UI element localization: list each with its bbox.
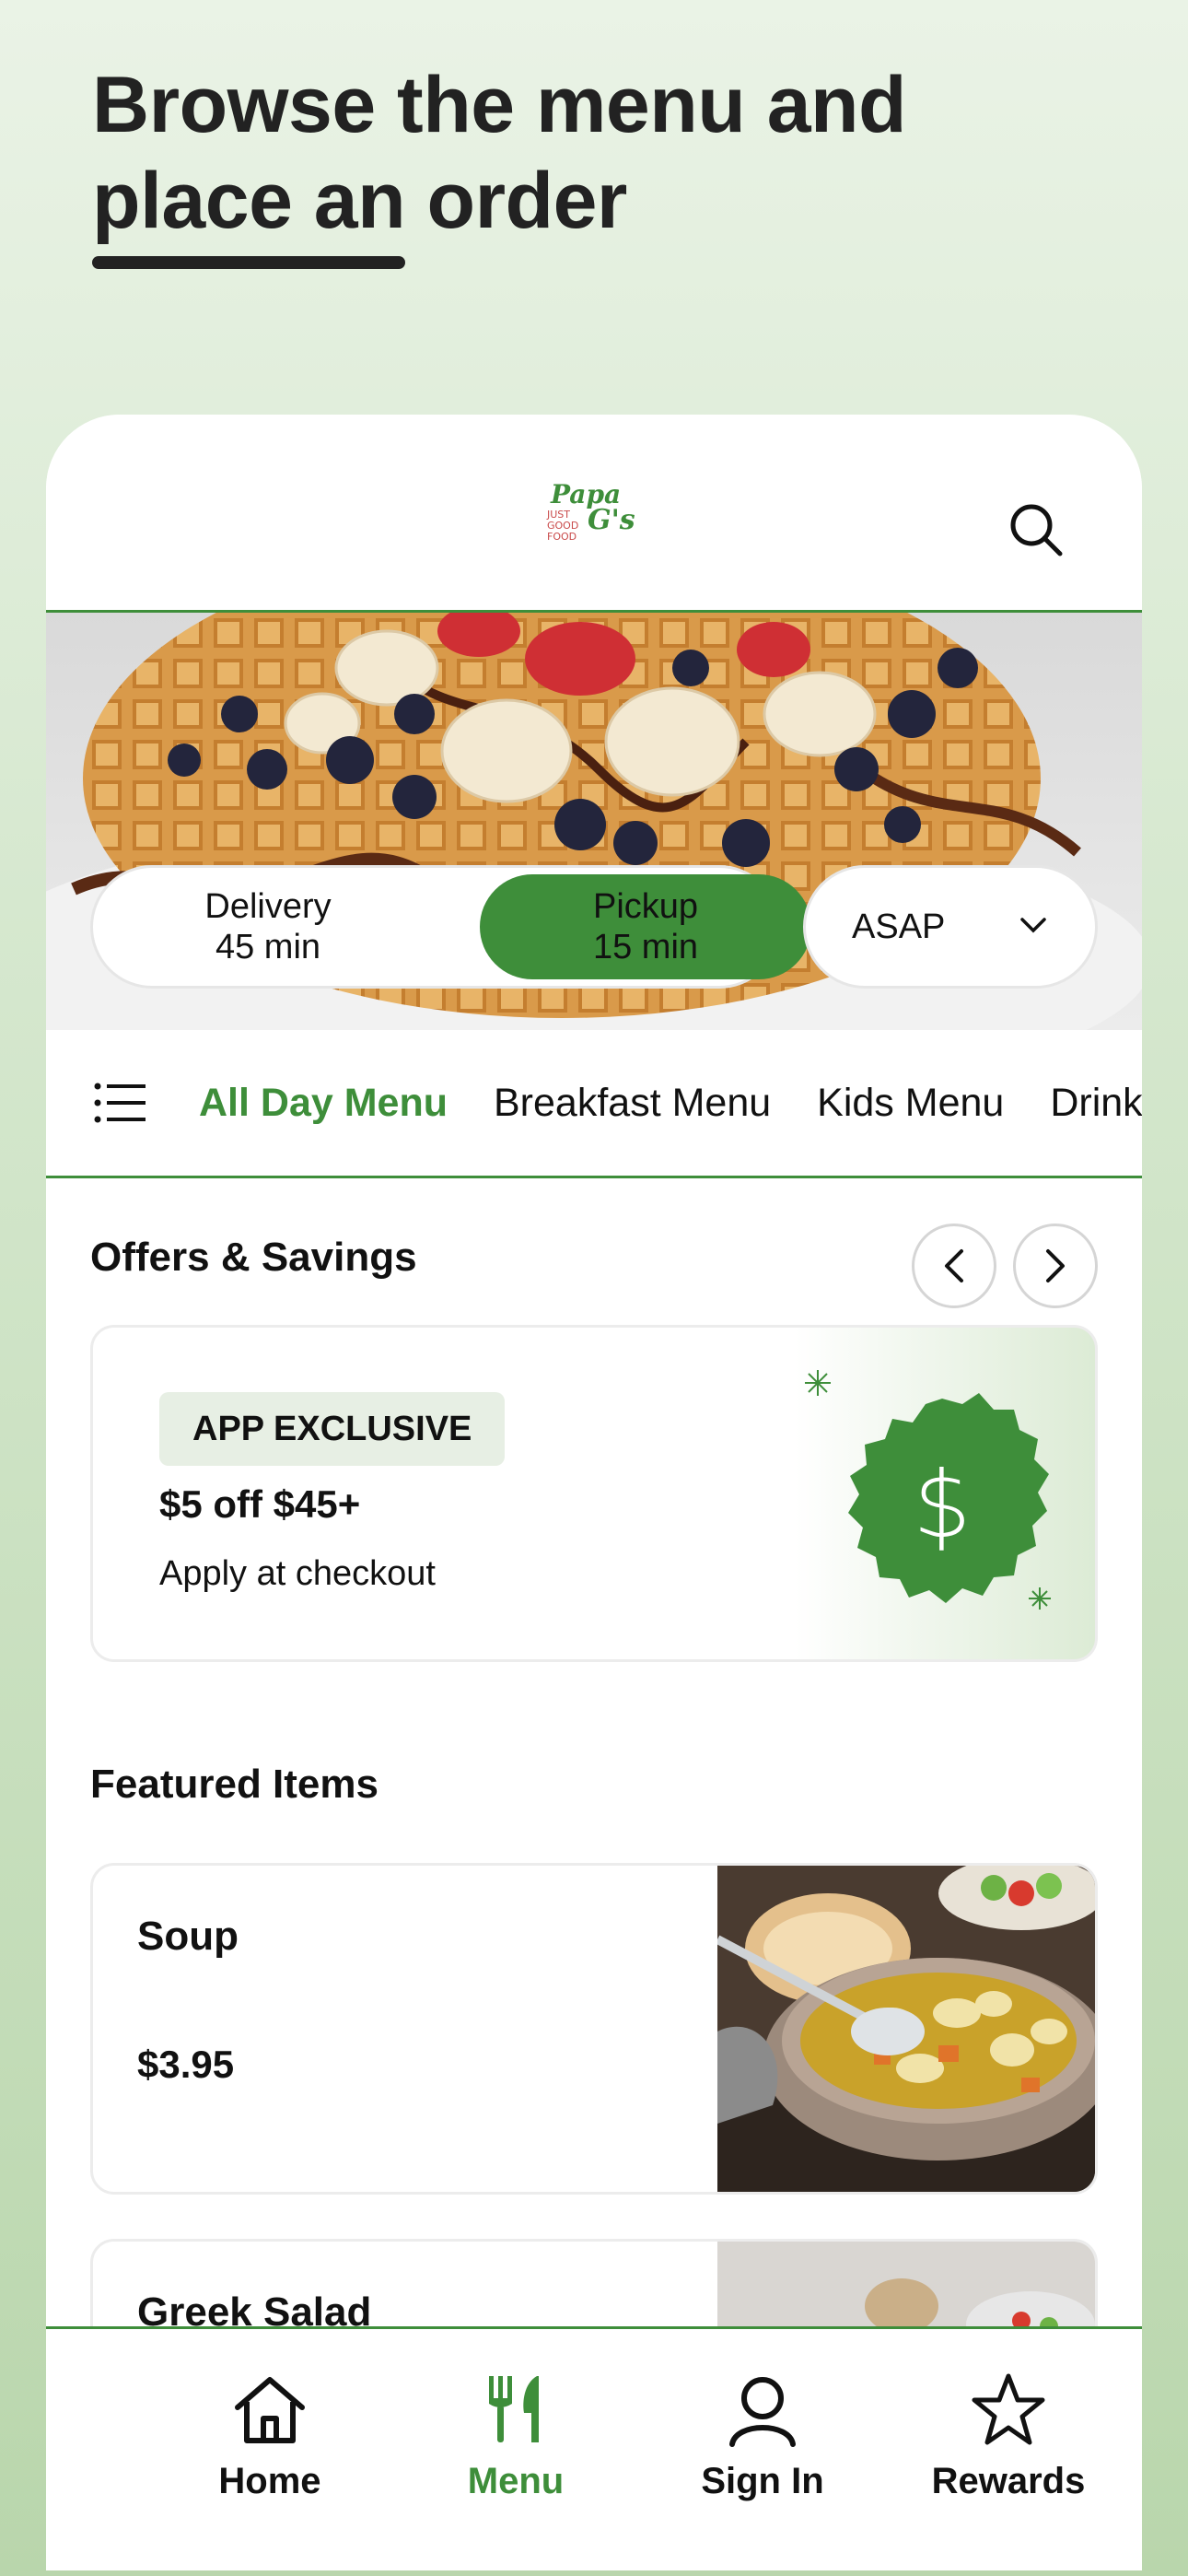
nav-sign-in-label: Sign In <box>701 2461 824 2501</box>
featured-heading: Featured Items <box>90 1762 379 1807</box>
offer-title: $5 off $45+ <box>159 1482 361 1526</box>
nav-home-label: Home <box>218 2461 321 2501</box>
pickup-time: 15 min <box>592 928 699 966</box>
offers-prev-button[interactable] <box>912 1224 996 1308</box>
offer-card[interactable]: APP EXCLUSIVE $5 off $45+ Apply at check… <box>90 1325 1098 1662</box>
soup-image <box>717 1866 1095 2192</box>
nav-rewards[interactable]: Rewards <box>907 2371 1110 2527</box>
item-price: $3.95 <box>137 2043 235 2086</box>
promo-headline-line2: place an order <box>92 157 627 245</box>
offer-subtitle: Apply at checkout <box>159 1554 436 1593</box>
search-icon <box>1010 504 1063 556</box>
order-mode-toggle: Delivery 45 min Pickup 15 min <box>90 865 811 989</box>
offer-badge: APP EXCLUSIVE <box>159 1392 506 1466</box>
pickup-option[interactable]: Pickup 15 min <box>480 874 811 979</box>
star-icon <box>972 2373 1045 2445</box>
tab-kids-menu[interactable]: Kids Menu <box>817 1071 1004 1135</box>
delivery-label: Delivery <box>204 887 332 926</box>
promo-headline: Browse the menu and place an order <box>92 57 1013 249</box>
nav-home[interactable]: Home <box>169 2371 371 2527</box>
promo-headline-line1: Browse the menu and <box>92 61 907 149</box>
bottom-navigation: Home Menu Sign In Rewards <box>46 2326 1142 2570</box>
offers-heading: Offers & Savings <box>90 1235 417 1280</box>
list-icon <box>94 1083 146 1123</box>
app-header: Papa G's JUST GOOD FOOD <box>46 415 1142 610</box>
chevron-right-icon <box>1046 1249 1065 1282</box>
order-time-select[interactable]: ASAP <box>803 865 1098 989</box>
category-divider <box>46 1176 1142 1178</box>
nav-rewards-label: Rewards <box>931 2461 1086 2501</box>
category-tabs: All Day Menu Breakfast Menu Kids Menu Dr… <box>199 1071 1142 1135</box>
item-name: Soup <box>137 1914 239 1959</box>
chevron-down-icon <box>1020 918 1046 933</box>
featured-item-card[interactable]: Soup $3.95 <box>90 1863 1098 2195</box>
order-time-value: ASAP <box>852 907 946 946</box>
headline-underline <box>92 256 405 269</box>
fork-knife-icon <box>489 2376 539 2442</box>
tab-all-day-menu[interactable]: All Day Menu <box>199 1071 448 1135</box>
delivery-time: 45 min <box>215 928 321 966</box>
offers-next-button[interactable] <box>1013 1224 1098 1308</box>
svg-text:FOOD: FOOD <box>547 531 577 543</box>
svg-text:G's: G's <box>588 504 635 536</box>
chevron-left-icon <box>945 1249 963 1282</box>
delivery-option[interactable]: Delivery 45 min <box>100 874 436 979</box>
tab-breakfast-menu[interactable]: Breakfast Menu <box>494 1071 771 1135</box>
tab-drinks[interactable]: Drinks <box>1050 1071 1142 1135</box>
app-screen: Papa G's JUST GOOD FOOD Delivery 45 min … <box>46 415 1142 2570</box>
pickup-label: Pickup <box>592 887 699 926</box>
home-icon <box>235 2377 305 2443</box>
svg-text:$: $ <box>913 1451 972 1559</box>
dollar-badge-icon: $ <box>805 1370 1051 1610</box>
search-button[interactable] <box>1004 498 1068 562</box>
nav-sign-in[interactable]: Sign In <box>661 2371 864 2527</box>
nav-menu[interactable]: Menu <box>414 2371 617 2527</box>
category-list-button[interactable] <box>94 1083 146 1123</box>
brand-logo[interactable]: Papa G's JUST GOOD FOOD <box>543 475 645 558</box>
user-icon <box>729 2377 796 2447</box>
nav-menu-label: Menu <box>467 2461 565 2501</box>
